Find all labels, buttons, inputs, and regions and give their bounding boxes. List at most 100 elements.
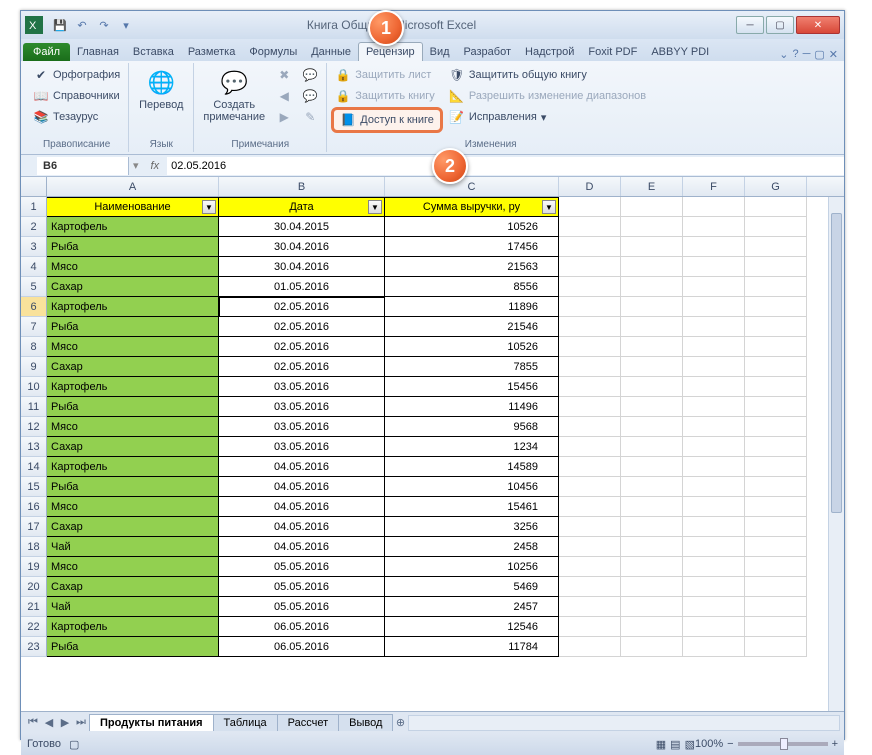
protect-sheet-button[interactable]: 🔒Защитить лист [331,65,443,85]
cell[interactable] [683,417,745,437]
cell[interactable] [683,197,745,217]
cell[interactable] [621,397,683,417]
delete-comment-button[interactable]: ✖ [272,65,296,85]
cell-name[interactable]: Рыба [47,317,219,337]
zoom-slider[interactable] [738,742,828,746]
row-header[interactable]: 17 [21,517,47,537]
cell[interactable] [745,457,807,477]
tab-foxit[interactable]: Foxit PDF [581,43,644,61]
cell[interactable] [683,397,745,417]
cell-revenue[interactable]: 7855 [385,357,559,377]
cell[interactable] [683,317,745,337]
save-icon[interactable]: 💾 [51,16,69,34]
cell[interactable] [559,417,621,437]
cell[interactable] [621,277,683,297]
cell[interactable] [683,437,745,457]
cell[interactable] [621,417,683,437]
sheet-nav-prev[interactable]: ◀ [41,716,57,729]
cell-date[interactable]: 03.05.2016 [219,377,385,397]
col-header-d[interactable]: D [559,177,621,196]
cell-date[interactable]: 02.05.2016 [219,317,385,337]
zoom-in-icon[interactable]: + [832,738,838,750]
zoom-out-icon[interactable]: − [727,738,733,750]
cell[interactable] [683,477,745,497]
cell-revenue[interactable]: 11896 [385,297,559,317]
row-header[interactable]: 20 [21,577,47,597]
sheet-tab-active[interactable]: Продукты питания [89,714,214,731]
cell[interactable] [621,317,683,337]
formula-input[interactable]: 02.05.2016 [167,157,844,175]
cell[interactable] [683,517,745,537]
row-header[interactable]: 14 [21,457,47,477]
cell-revenue[interactable]: 21546 [385,317,559,337]
zoom-level[interactable]: 100% [695,738,723,750]
sheet-tab-4[interactable]: Вывод [338,714,393,731]
cell-name[interactable]: Картофель [47,217,219,237]
track-changes-button[interactable]: 📝Исправления ▾ [445,107,650,127]
cell[interactable] [683,217,745,237]
next-comment-button[interactable]: ▶ [272,107,296,127]
spelling-button[interactable]: ✔Орфография [29,65,124,85]
cell-name[interactable]: Рыба [47,477,219,497]
row-header[interactable]: 3 [21,237,47,257]
cell[interactable] [559,377,621,397]
ribbon-minimize-icon[interactable]: ⌄ [779,48,788,61]
cell[interactable] [559,277,621,297]
cell[interactable] [683,297,745,317]
cell-name[interactable]: Картофель [47,297,219,317]
cell-date[interactable]: 02.05.2016 [219,357,385,377]
tab-insert[interactable]: Вставка [126,43,181,61]
protect-shared-button[interactable]: 🛡Защитить общую книгу [445,65,650,85]
cell[interactable] [621,337,683,357]
cell[interactable] [559,637,621,657]
cell[interactable] [621,617,683,637]
cell[interactable] [621,537,683,557]
cell[interactable] [745,397,807,417]
cell-revenue[interactable]: 12546 [385,617,559,637]
cell[interactable] [683,637,745,657]
cell[interactable] [559,617,621,637]
row-header[interactable]: 7 [21,317,47,337]
cell[interactable] [559,537,621,557]
cell[interactable] [559,557,621,577]
undo-icon[interactable]: ↶ [73,16,91,34]
cell-date[interactable]: 04.05.2016 [219,457,385,477]
cell-name[interactable]: Мясо [47,337,219,357]
minimize-button[interactable]: ─ [736,16,764,34]
cell[interactable] [559,317,621,337]
row-header[interactable]: 18 [21,537,47,557]
cell[interactable] [621,637,683,657]
cell[interactable] [745,417,807,437]
sheet-nav-next[interactable]: ▶ [57,716,73,729]
cell[interactable] [559,437,621,457]
cell-name[interactable]: Мясо [47,417,219,437]
cell[interactable] [683,497,745,517]
tab-abbyy[interactable]: ABBYY PDI [644,43,716,61]
row-header[interactable]: 4 [21,257,47,277]
row-header[interactable]: 2 [21,217,47,237]
wb-close-icon[interactable]: ✕ [829,48,838,61]
cell[interactable] [683,257,745,277]
row-header[interactable]: 6 [21,297,47,317]
cell-date[interactable]: 03.05.2016 [219,397,385,417]
cell[interactable] [745,357,807,377]
cell[interactable] [621,577,683,597]
cell-name[interactable]: Мясо [47,557,219,577]
cell[interactable] [745,437,807,457]
cell-date[interactable]: 04.05.2016 [219,537,385,557]
row-header[interactable]: 16 [21,497,47,517]
cell[interactable] [559,577,621,597]
close-button[interactable]: ✕ [796,16,840,34]
translate-button[interactable]: 🌐 Перевод [133,65,189,113]
cell-date[interactable]: 30.04.2016 [219,237,385,257]
cell[interactable] [683,377,745,397]
cell[interactable] [745,477,807,497]
cell[interactable] [621,217,683,237]
cell-date[interactable]: 05.05.2016 [219,597,385,617]
tab-view[interactable]: Вид [423,43,457,61]
cell[interactable] [559,397,621,417]
tab-formulas[interactable]: Формулы [242,43,304,61]
cell-revenue[interactable]: 2458 [385,537,559,557]
cell[interactable] [559,517,621,537]
cell[interactable] [559,257,621,277]
